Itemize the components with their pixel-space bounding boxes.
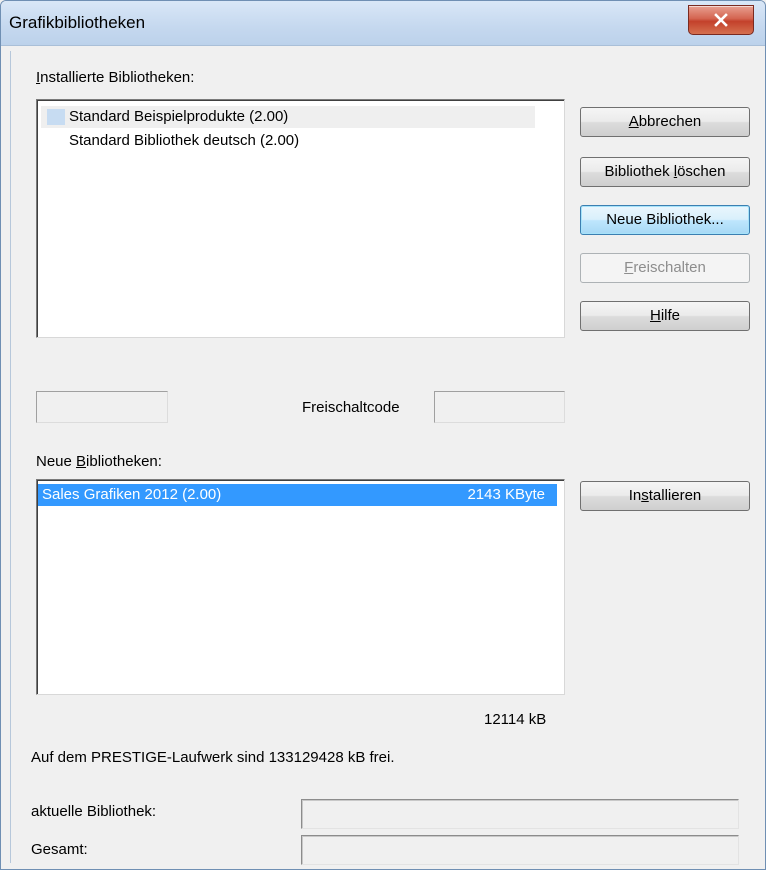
installed-libraries-label: Installierte Bibliotheken:	[36, 69, 195, 86]
total-size-label: 12114 kB	[484, 711, 547, 728]
total-label: Gesamt:	[31, 841, 88, 858]
current-library-label: aktuelle Bibliothek:	[31, 803, 157, 820]
new-library-button[interactable]: Neue Bibliothek...	[580, 205, 750, 235]
dialog-client-area: Installierte Bibliotheken: Standard Beis…	[10, 51, 757, 865]
window-title: Grafikbibliotheken	[9, 13, 146, 32]
close-button[interactable]	[688, 5, 754, 35]
install-button[interactable]: Installieren	[580, 481, 750, 511]
unlock-button[interactable]: Freischalten	[580, 253, 750, 283]
list-item-selected[interactable]: Sales Grafiken 2012 (2.00) 2143 KByte	[38, 484, 557, 506]
unlock-code-label: Freischaltcode	[302, 399, 400, 416]
library-icon	[47, 109, 65, 125]
new-libraries-list[interactable]: Sales Grafiken 2012 (2.00) 2143 KByte	[36, 479, 565, 695]
title-bar[interactable]: Grafikbibliotheken	[1, 1, 765, 46]
current-library-progress	[301, 799, 739, 829]
cancel-button[interactable]: Abbrechen	[580, 107, 750, 137]
list-item[interactable]: Standard Bibliothek deutsch (2.00)	[41, 130, 535, 152]
list-item[interactable]: Standard Beispielprodukte (2.00)	[41, 106, 535, 128]
total-progress	[301, 835, 739, 865]
unlock-code-input[interactable]	[434, 391, 565, 423]
unlock-status-field	[36, 391, 168, 423]
drive-free-space-text: Auf dem PRESTIGE-Laufwerk sind 133129428…	[31, 749, 395, 766]
dialog-window: Grafikbibliotheken Installierte Biblioth…	[0, 0, 766, 870]
new-libraries-label: Neue Bibliotheken:	[36, 453, 162, 470]
delete-library-button[interactable]: Bibliothek löschen	[580, 157, 750, 187]
help-button[interactable]: Hilfe	[580, 301, 750, 331]
installed-libraries-list[interactable]: Standard Beispielprodukte (2.00) Standar…	[36, 99, 565, 338]
close-icon	[714, 13, 728, 27]
